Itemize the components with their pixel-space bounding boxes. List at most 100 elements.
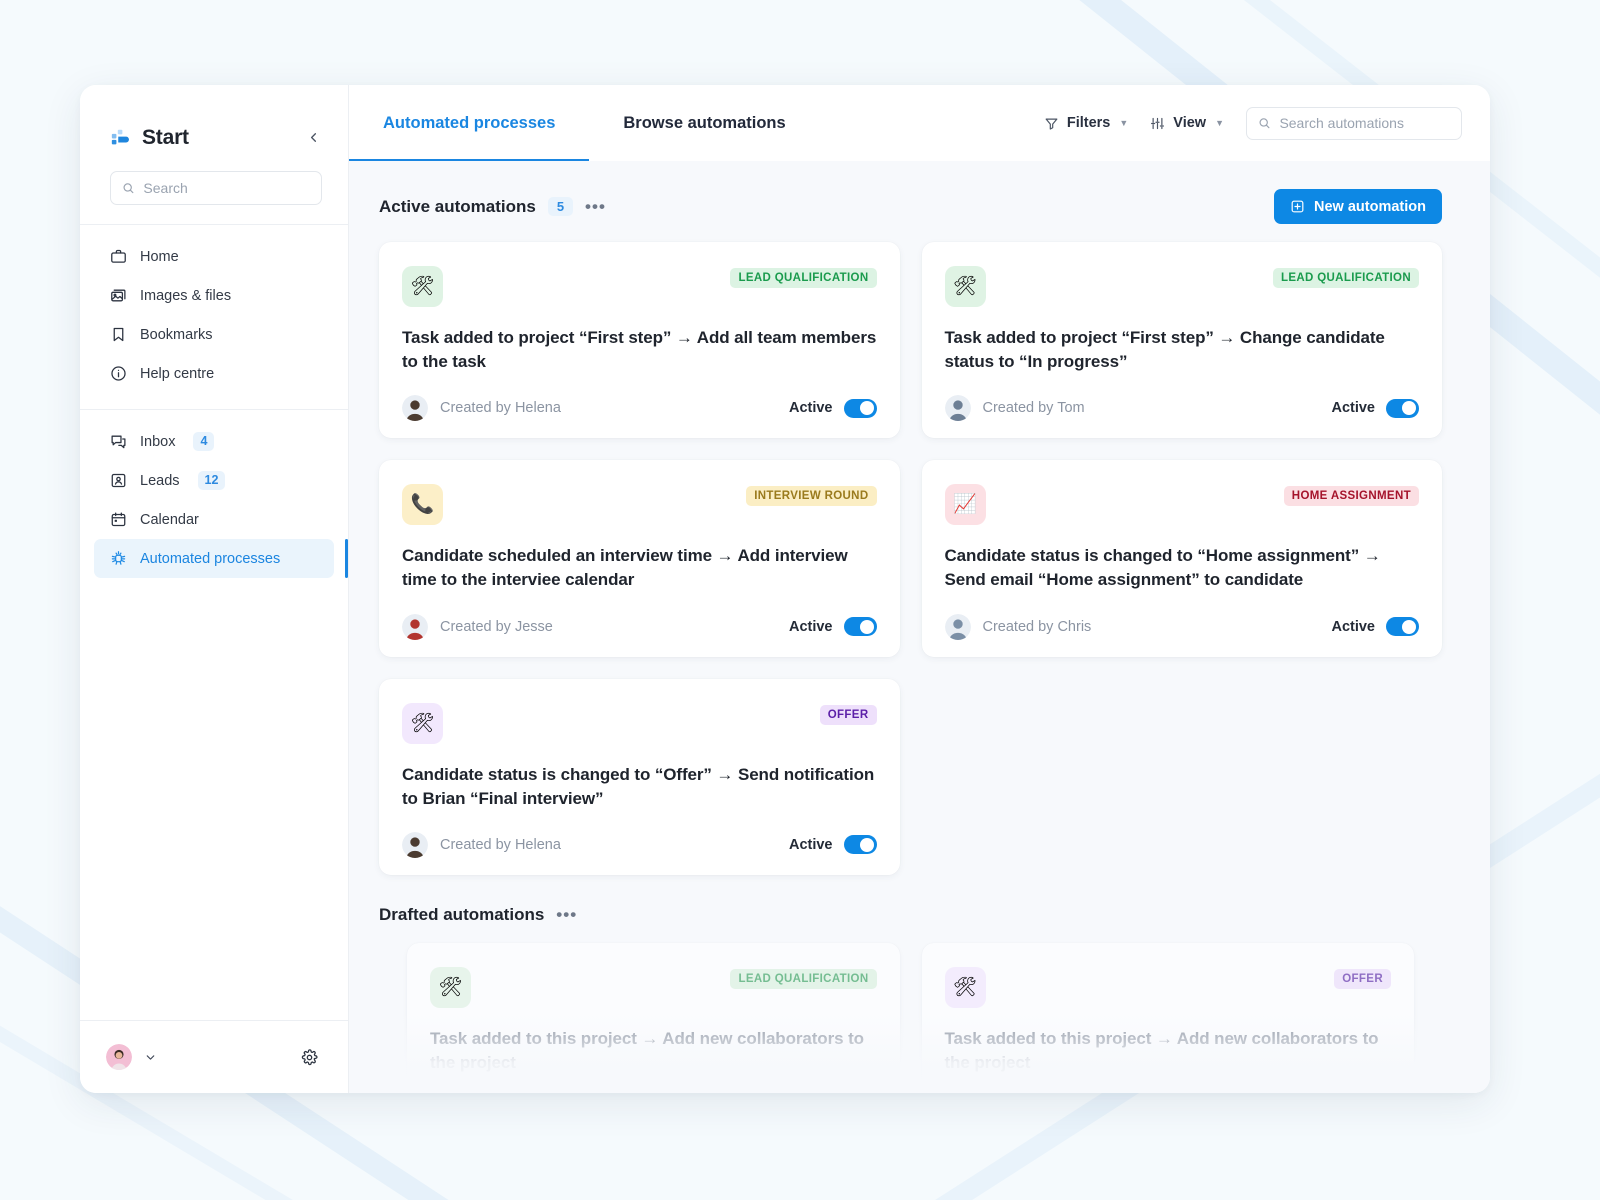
automation-title: Candidate status is changed to “Offer” →…	[402, 764, 875, 808]
user-menu-chevron-down-icon[interactable]	[144, 1051, 157, 1064]
contact-card-icon	[110, 472, 127, 489]
view-button[interactable]: View ▼	[1150, 115, 1224, 131]
card-header: 🛠 OFFER	[402, 702, 877, 744]
inbox-icon	[110, 433, 127, 450]
automation-card[interactable]: 📞 INTERVIEW ROUND Candidate scheduled an i…	[379, 460, 900, 657]
automation-title: Task added to this project → Add new col…	[430, 1028, 864, 1072]
sidebar-item-images-files[interactable]: Images & files	[94, 276, 334, 315]
automation-title: Candidate scheduled an interview time → …	[402, 546, 848, 590]
category-tag: OFFER	[819, 704, 877, 725]
active-toggle[interactable]	[1386, 398, 1419, 418]
chevron-down-icon: ▼	[1215, 118, 1224, 128]
view-label: View	[1173, 115, 1207, 131]
card-footer: Created by Jesse Active	[402, 593, 877, 640]
sidebar-search-input[interactable]	[143, 180, 310, 196]
card-footer: Created by HelenaDisactivated	[430, 1075, 877, 1093]
new-automation-label: New automation	[1314, 198, 1426, 215]
sidebar-item-label: Images & files	[140, 287, 232, 304]
section-title: Active automations	[379, 196, 536, 216]
tab-label: Browse automations	[623, 113, 786, 132]
drafted-section-ellipsis-icon[interactable]: •••	[556, 906, 577, 923]
automation-card[interactable]: 🛠 LEAD QUALIFICATION Task added to project…	[921, 242, 1442, 439]
sidebar-item-label: Bookmarks	[140, 326, 213, 343]
state-label: Active	[788, 618, 833, 635]
chevron-left-icon	[310, 133, 316, 142]
funnel-icon	[1045, 118, 1058, 130]
app-window: Start Home Imag	[80, 85, 1490, 1093]
sidebar-item-leads[interactable]: Leads 12	[94, 461, 334, 500]
chart-increasing-icon: 📈	[944, 484, 986, 526]
card-header: 🛠 OFFER	[944, 966, 1391, 1008]
hammer-and-wrench-icon: 🛠	[944, 266, 986, 307]
sidebar-item-automated-processes[interactable]: Automated processes	[94, 539, 348, 578]
creator-label: Created by Tom	[982, 400, 1085, 417]
state-toggle-group: Active	[788, 835, 877, 855]
tab-automated-processes[interactable]: Automated processes	[349, 85, 590, 161]
bookmark-icon	[110, 326, 127, 343]
collapse-sidebar-button[interactable]	[300, 125, 326, 151]
settings-gear-icon[interactable]	[301, 1048, 318, 1066]
avatar	[402, 395, 428, 422]
active-toggle[interactable]	[843, 617, 877, 636]
avatar[interactable]	[106, 1044, 132, 1070]
state-label: Active	[788, 400, 833, 417]
automation-card[interactable]: 🛠 LEAD QUALIFICATION Task added to project…	[379, 242, 900, 439]
state-toggle-group: Active	[788, 398, 877, 418]
sliders-icon	[1151, 117, 1165, 129]
filters-button[interactable]: Filters ▼	[1044, 115, 1128, 131]
sidebar-item-home[interactable]: Home	[94, 237, 334, 276]
toggle-knob	[859, 837, 874, 852]
automation-card[interactable]: 🛠 OFFER Candidate status is changed to “Of…	[379, 678, 900, 875]
active-toggle[interactable]	[843, 398, 877, 418]
active-section-ellipsis-icon[interactable]: •••	[585, 198, 606, 215]
drafted-automations-header: Drafted automations •••	[379, 905, 1442, 925]
tab-browse-automations[interactable]: Browse automations	[589, 85, 819, 161]
state-label: Active	[1331, 400, 1375, 417]
active-count-badge: 5	[547, 197, 574, 216]
automation-card[interactable]: 🛠 OFFER Task added to this project → Add n…	[921, 942, 1414, 1093]
sidebar-item-label: Calendar	[140, 511, 199, 528]
automation-title: Task added to this project → Add new col…	[944, 1028, 1379, 1072]
avatar	[402, 613, 428, 640]
category-tag: LEAD QUALIFICATION	[1272, 268, 1419, 288]
sidebar-item-bookmarks[interactable]: Bookmarks	[94, 315, 334, 354]
sidebar-nav-secondary: Inbox 4 Leads 12 Calendar Automated proc…	[80, 410, 348, 578]
card-footer: Created by Helena Active	[402, 374, 877, 422]
sidebar-item-label: Home	[140, 248, 179, 265]
automation-card[interactable]: 📈 HOME ASSIGNMENT Candidate status is chan…	[921, 460, 1442, 657]
sidebar: Start Home Imag	[80, 85, 349, 1093]
content-scroll-area[interactable]: Active automations 5 ••• New automation …	[349, 161, 1490, 1093]
category-tag: INTERVIEW ROUND	[746, 486, 877, 507]
category-tag: HOME ASSIGNMENT	[1283, 486, 1419, 507]
hammer-and-wrench-icon: 🛠	[944, 966, 986, 1008]
sidebar-item-help-centre[interactable]: Help centre	[94, 354, 334, 393]
card-header: 📈 HOME ASSIGNMENT	[944, 484, 1419, 526]
new-automation-button[interactable]: New automation	[1274, 189, 1442, 224]
toggle-knob	[859, 401, 874, 416]
automation-title: Task added to project “First step” → Add…	[402, 328, 877, 372]
active-automations-header: Active automations 5 ••• New automation	[379, 189, 1442, 224]
active-toggle[interactable]	[1386, 617, 1419, 636]
automations-search[interactable]	[1246, 106, 1462, 140]
active-toggle[interactable]	[843, 835, 877, 855]
ringing-phone-icon: 📞	[402, 484, 443, 526]
sidebar-item-calendar[interactable]: Calendar	[94, 500, 334, 539]
state-label: Active	[788, 836, 833, 853]
plus-square-icon	[1291, 200, 1304, 213]
automation-card[interactable]: 🛠 LEAD QUALIFICATION Task added to this pr…	[407, 942, 900, 1093]
automations-search-input[interactable]	[1279, 115, 1450, 131]
briefcase-icon	[110, 248, 127, 265]
card-header: 🛠 LEAD QUALIFICATION	[402, 266, 877, 307]
sidebar-header: Start	[80, 85, 348, 161]
sidebar-item-label: Inbox	[140, 433, 176, 450]
card-footer: Created by Tom Active	[944, 374, 1419, 422]
category-tag: LEAD QUALIFICATION	[730, 968, 877, 989]
brand[interactable]: Start	[110, 126, 300, 150]
toggle-knob	[1402, 401, 1416, 416]
sidebar-nav-primary: Home Images & files Bookmarks Help centr…	[80, 225, 348, 393]
sidebar-search[interactable]	[110, 171, 322, 205]
creator-label: Created by Helena	[440, 836, 561, 853]
sidebar-item-inbox[interactable]: Inbox 4	[94, 422, 334, 461]
hammer-and-wrench-icon: 🛠	[402, 702, 443, 744]
